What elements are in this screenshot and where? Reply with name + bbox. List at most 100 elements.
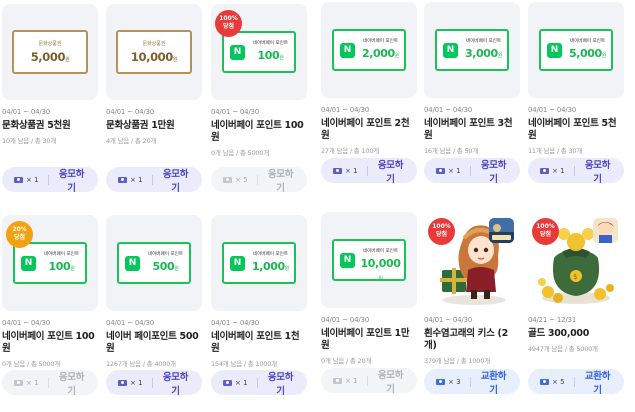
ticket-icon xyxy=(14,176,23,183)
card-amount: 5,000원 xyxy=(569,47,606,60)
card-label: 네이버페이 포인트 xyxy=(465,39,502,44)
win-rate-badge: 20% 당첨 xyxy=(6,221,33,248)
ticket-icon xyxy=(118,379,127,386)
reward-thumbnail[interactable]: N 네이버페이 포인트 100원 100% 당첨 xyxy=(211,4,307,100)
apply-button[interactable]: × 1 응모하기 xyxy=(211,370,307,397)
reward-thumbnail[interactable]: 문화상품권 5,000원 xyxy=(2,4,98,100)
reward-period: 04/01 ~ 04/30 xyxy=(211,108,260,116)
naverpay-card-image: N 네이버페이 포인트 10,000원 xyxy=(332,239,406,282)
apply-button-label: 응모하기 xyxy=(58,371,85,397)
reward-card[interactable]: 문화상품권 5,000원 04/01 ~ 04/30 문화상품권 5천원 10개… xyxy=(2,4,98,194)
reward-thumbnail[interactable]: N 네이버페이 포인트 2,000원 xyxy=(321,2,417,98)
divider xyxy=(367,165,368,176)
naverpay-logo-icon: N xyxy=(443,43,458,58)
reward-thumbnail[interactable]: $ 100% 당첨 xyxy=(528,212,624,308)
reward-period: 04/01 ~ 04/30 xyxy=(528,106,577,114)
apply-button-label: 응모하기 xyxy=(58,168,85,194)
exchange-button[interactable]: × 5 교환하기 xyxy=(528,369,624,396)
apply-button[interactable]: × 1 응모하기 xyxy=(2,167,98,194)
apply-button[interactable]: × 5 응모하기 xyxy=(211,167,307,194)
reward-stock: 1267개 남음 / 총 4000개 xyxy=(106,360,176,368)
apply-button[interactable]: × 1 응모하기 xyxy=(321,368,417,395)
apply-button[interactable]: × 1 응모하기 xyxy=(528,158,624,185)
reward-card[interactable]: N 네이버페이 포인트 100원 20% 당첨 04/01 ~ 04/30 네이버… xyxy=(2,215,98,397)
reward-grid: 문화상품권 5,000원 04/01 ~ 04/30 문화상품권 5천원 10개… xyxy=(0,0,635,412)
svg-text:$: $ xyxy=(573,273,577,281)
apply-button-label: 응모하기 xyxy=(377,159,404,185)
reward-title: 네이버페이 포인트 3천원 xyxy=(424,118,513,141)
win-rate-badge: 100% 당첨 xyxy=(215,10,242,37)
reward-period: 04/01 ~ 04/30 xyxy=(321,316,370,324)
reward-card[interactable]: 문화상품권 10,000원 04/01 ~ 04/30 문화상품권 1만원 4개… xyxy=(106,4,202,194)
win-rate-badge: 100% 당첨 xyxy=(532,218,559,245)
ticket-count: × 1 xyxy=(223,379,253,387)
reward-card[interactable]: N 네이버페이 포인트 500원 04/01 ~ 04/30 네이버 페이포인트… xyxy=(106,215,202,397)
reward-card[interactable]: N 네이버페이 포인트 1,000원 04/01 ~ 04/30 네이버페이 포… xyxy=(211,215,307,397)
naverpay-logo-icon: N xyxy=(230,45,245,60)
reward-thumbnail[interactable]: N 네이버페이 포인트 500원 xyxy=(106,215,202,311)
reward-thumbnail[interactable]: 문화상품권 10,000원 xyxy=(106,4,202,100)
reward-title: 흰수염고래의 키스 (2개) xyxy=(424,328,508,351)
reward-card[interactable]: N 네이버페이 포인트 10,000원 04/01 ~ 04/30 네이버페이 … xyxy=(321,212,417,395)
card-label: 네이버페이 포인트 xyxy=(43,252,80,257)
reward-stock: 4개 남음 / 총 20개 xyxy=(106,137,157,145)
reward-thumbnail[interactable]: 100% 당첨 xyxy=(424,212,520,308)
card-label: 네이버페이 포인트 xyxy=(569,39,606,44)
reward-period: 04/21 ~ 12/31 xyxy=(528,316,577,324)
divider xyxy=(257,174,258,185)
reward-thumbnail[interactable]: N 네이버페이 포인트 5,000원 xyxy=(528,2,624,98)
divider xyxy=(152,174,153,185)
card-amount: 100원 xyxy=(48,260,75,273)
divider xyxy=(574,376,575,387)
naverpay-card-image: N 네이버페이 포인트 3,000원 xyxy=(435,29,509,71)
exchange-button[interactable]: × 3 교환하기 xyxy=(424,369,520,396)
apply-button-label: 응모하기 xyxy=(480,159,507,185)
ticket-count: × 1 xyxy=(436,167,466,175)
ticket-count: × 1 xyxy=(333,167,363,175)
divider xyxy=(48,174,49,185)
naverpay-logo-icon: N xyxy=(547,43,562,58)
apply-button[interactable]: × 1 응모하기 xyxy=(2,370,98,397)
naverpay-logo-icon: N xyxy=(340,253,355,268)
reward-thumbnail[interactable]: N 네이버페이 포인트 1,000원 xyxy=(211,215,307,311)
reward-card[interactable]: $ 100% 당첨 04/21 ~ 12/31 골드 300,000 4947개 … xyxy=(528,212,624,396)
apply-button[interactable]: × 1 응모하기 xyxy=(106,167,202,194)
apply-button[interactable]: × 1 응모하기 xyxy=(106,370,202,397)
divider xyxy=(367,375,368,386)
divider xyxy=(470,165,471,176)
reward-card[interactable]: N 네이버페이 포인트 100원 100% 당첨 04/01 ~ 04/30 네이… xyxy=(211,4,307,194)
reward-thumbnail[interactable]: N 네이버페이 포인트 3,000원 xyxy=(424,2,520,98)
reward-card[interactable]: N 네이버페이 포인트 3,000원 04/01 ~ 04/30 네이버페이 포… xyxy=(424,2,520,185)
reward-thumbnail[interactable]: N 네이버페이 포인트 10,000원 xyxy=(321,212,417,308)
card-label: 네이버페이 포인트 xyxy=(252,252,289,257)
game-app-icon xyxy=(593,218,618,243)
apply-button[interactable]: × 1 응모하기 xyxy=(424,158,520,185)
reward-thumbnail[interactable]: N 네이버페이 포인트 100원 20% 당첨 xyxy=(2,215,98,311)
reward-stock: 0개 남음 / 총 5000개 xyxy=(2,360,61,368)
ticket-icon xyxy=(118,176,127,183)
exchange-button-label: 교환하기 xyxy=(584,370,611,396)
reward-card[interactable]: N 네이버페이 포인트 2,000원 04/01 ~ 04/30 네이버페이 포… xyxy=(321,2,417,185)
reward-title: 문화상품권 1만원 xyxy=(106,120,175,131)
naverpay-card-image: N 네이버페이 포인트 5,000원 xyxy=(539,29,613,71)
reward-card[interactable]: 100% 당첨 04/01 ~ 04/30 흰수염고래의 키스 (2개) 379개… xyxy=(424,212,520,396)
reward-card[interactable]: N 네이버페이 포인트 5,000원 04/01 ~ 04/30 네이버페이 포… xyxy=(528,2,624,185)
reward-stock: 154개 남음 / 총 1000개 xyxy=(211,360,277,368)
reward-title: 네이버페이 포인트 100원 xyxy=(211,120,304,143)
reward-stock: 0개 남음 / 총 5000개 xyxy=(211,149,270,157)
ticket-icon xyxy=(333,377,342,384)
naverpay-logo-icon: N xyxy=(230,256,245,271)
reward-title: 네이버페이 포인트 1만원 xyxy=(321,328,410,351)
naverpay-logo-icon: N xyxy=(340,43,355,58)
apply-button[interactable]: × 1 응모하기 xyxy=(321,158,417,185)
divider xyxy=(152,377,153,388)
reward-period: 04/01 ~ 04/30 xyxy=(424,106,473,114)
reward-title: 네이버페이 포인트 2천원 xyxy=(321,118,410,141)
divider xyxy=(470,376,471,387)
naverpay-card-image: N 네이버페이 포인트 100원 xyxy=(13,242,87,284)
card-label: 네이버페이 포인트 xyxy=(147,252,184,257)
card-label: 네이버페이 포인트 xyxy=(362,39,399,44)
naverpay-logo-icon: N xyxy=(125,256,140,271)
gift-voucher-image: 문화상품권 10,000원 xyxy=(116,30,192,74)
ticket-icon xyxy=(436,167,445,174)
